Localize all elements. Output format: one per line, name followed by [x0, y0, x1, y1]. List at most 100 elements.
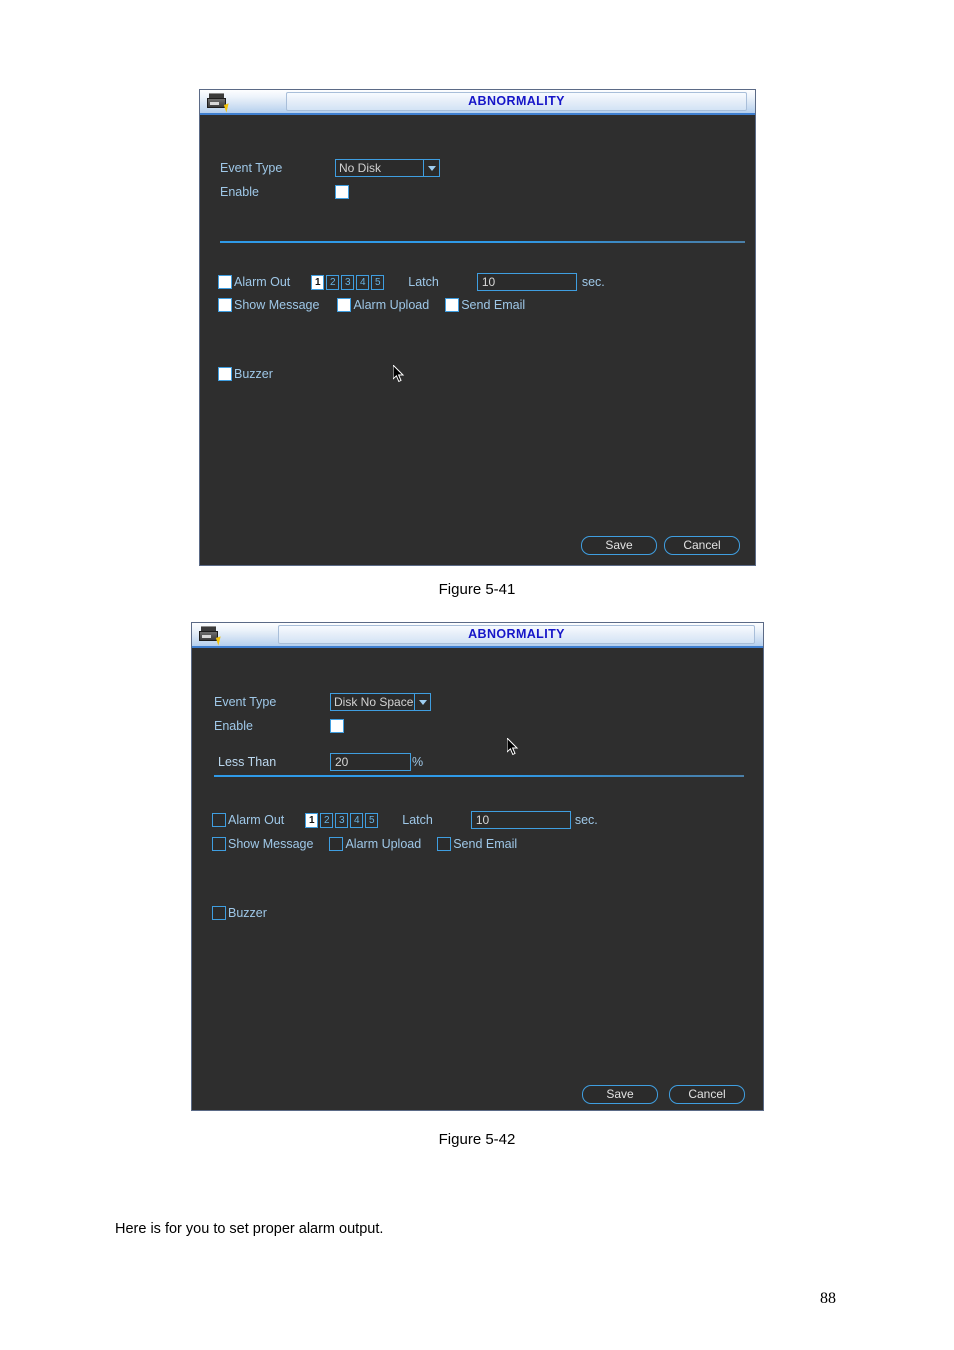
dialog2-latch-input[interactable]: 10 [470, 811, 571, 829]
dialog2-alarm-upload-label: Alarm Upload [345, 836, 422, 851]
figure-caption-1: Figure 5-41 [438, 581, 516, 598]
dialog2-enable-label: Enable [214, 718, 253, 733]
dialog1-send-email-label: Send Email [461, 297, 526, 312]
dialog2-alarm-out-checkbox-row[interactable]: Alarm Out [212, 813, 284, 827]
dialog2-event-type-row: Event Type Disk No Space [214, 693, 431, 711]
dialog2-alarm-out-row: Alarm Out 1 2 3 4 5 Latch 10 sec. [212, 811, 598, 829]
dialog2-latch-unit: sec. [574, 812, 598, 827]
dialog1-body: Event Type No Disk Enable Alarm Out 1 2 … [200, 115, 755, 565]
dialog1-latch-value: 10 [481, 275, 496, 289]
dialog1-show-message-row[interactable]: Show Message [218, 298, 319, 312]
dialog2-less-than-value: 20 [335, 755, 349, 769]
dialog2-alarm-upload-row[interactable]: Alarm Upload [329, 837, 421, 851]
dialog2-latch-label: Latch [402, 812, 433, 827]
dialog1-latch-label: Latch [408, 274, 439, 289]
dialog1-event-type-value: No Disk [339, 161, 382, 175]
dialog2-alarm-channel-4[interactable]: 4 [350, 812, 364, 828]
chevron-down-icon[interactable] [414, 694, 430, 710]
dialog1-alarm-out-checkbox[interactable] [218, 275, 232, 289]
dialog2-titlebar: ABNORMALITY [192, 623, 763, 648]
dialog2-send-email-label: Send Email [453, 836, 518, 851]
dialog1-send-email-row[interactable]: Send Email [445, 298, 525, 312]
dialog1-event-type-row: Event Type No Disk [220, 159, 440, 177]
dialog2-show-message-row[interactable]: Show Message [212, 837, 313, 851]
dialog1-alarm-upload-checkbox[interactable] [337, 298, 352, 312]
dvr-device-icon [206, 92, 232, 113]
dialog1-show-message-label: Show Message [234, 297, 320, 312]
dialog1-alarm-channel-3[interactable]: 3 [341, 274, 355, 290]
dialog2-event-type-label: Event Type [214, 694, 277, 709]
figure-caption-2: Figure 5-42 [438, 1131, 516, 1148]
dialog2-save-button[interactable]: Save [582, 1085, 658, 1104]
dialog2-alarm-out-checkbox[interactable] [212, 813, 226, 827]
dialog1-event-type-select[interactable]: No Disk [335, 159, 440, 177]
dialog1-enable-checkbox[interactable] [335, 185, 349, 199]
dialog2-buzzer-checkbox[interactable] [212, 906, 226, 920]
dialog1-alarm-upload-row[interactable]: Alarm Upload [337, 298, 429, 312]
dialog1-alarm-upload-label: Alarm Upload [353, 297, 430, 312]
dialog2-enable-checkbox[interactable] [330, 719, 344, 733]
dialog2-alarm-out-label: Alarm Out [228, 812, 285, 827]
dialog2-buzzer-label: Buzzer [228, 905, 267, 920]
dialog2-alarm-channel-5[interactable]: 5 [365, 812, 379, 828]
dialog2-buzzer-row[interactable]: Buzzer [212, 906, 267, 920]
dialog2-alarm-channel-1[interactable]: 1 [305, 812, 319, 828]
dialog2-show-message-checkbox[interactable] [212, 837, 226, 851]
dialog1-title: ABNORMALITY [468, 94, 565, 109]
dialog1-notify-row: Show Message Alarm Upload Send Email [218, 298, 525, 312]
dialog1-divider [220, 241, 745, 243]
dialog1-cancel-button[interactable]: Cancel [664, 536, 740, 555]
dialog2-latch-value: 10 [475, 813, 490, 827]
dialog2-divider [214, 775, 744, 777]
dialog2-less-than-input[interactable]: 20 [330, 753, 411, 771]
chevron-down-icon[interactable] [423, 160, 439, 176]
dialog2-alarm-channel-3[interactable]: 3 [335, 812, 349, 828]
dialog2-alarm-upload-checkbox[interactable] [329, 837, 344, 851]
mouse-cursor [507, 738, 519, 756]
dialog2-event-type-select[interactable]: Disk No Space [330, 693, 431, 711]
dialog1-event-type-label: Event Type [220, 160, 283, 175]
dialog1-save-button[interactable]: Save [581, 536, 657, 555]
dialog2-send-email-checkbox[interactable] [437, 837, 452, 851]
dvr-device-icon [198, 625, 224, 646]
dialog1-alarm-channel-1[interactable]: 1 [311, 274, 325, 290]
dialog2-buzzer-checkbox-row[interactable]: Buzzer [212, 906, 267, 920]
dialog1-alarm-channel-5[interactable]: 5 [371, 274, 385, 290]
dialog2-alarm-channel-2[interactable]: 2 [320, 812, 334, 828]
dialog1-buzzer-row[interactable]: Buzzer [218, 367, 273, 381]
dialog1-show-message-checkbox[interactable] [218, 298, 232, 312]
dialog2-title-plate: ABNORMALITY [278, 625, 755, 644]
body-paragraph: Here is for you to set proper alarm outp… [115, 1221, 384, 1237]
dialog2-enable-row: Enable [214, 719, 344, 733]
dialog1-alarm-channel-4[interactable]: 4 [356, 274, 370, 290]
dialog2-notify-row: Show Message Alarm Upload Send Email [212, 837, 517, 851]
dialog2-alarm-out-channels[interactable]: 1 2 3 4 5 [305, 812, 379, 828]
dialog2-less-than-label: Less Than [218, 754, 277, 769]
dialog1-alarm-out-checkbox-row[interactable]: Alarm Out [218, 275, 290, 289]
dialog2-event-type-value: Disk No Space [334, 695, 414, 709]
dialog2-title: ABNORMALITY [468, 627, 565, 642]
dialog1-alarm-out-channels[interactable]: 1 2 3 4 5 [311, 274, 385, 290]
dialog2-send-email-row[interactable]: Send Email [437, 837, 517, 851]
dialog1-alarm-channel-2[interactable]: 2 [326, 274, 340, 290]
dialog2-show-message-label: Show Message [228, 836, 314, 851]
dialog1-alarm-out-row: Alarm Out 1 2 3 4 5 Latch 10 sec. [218, 273, 605, 291]
dialog1-buzzer-label: Buzzer [234, 366, 273, 381]
dialog2-less-than-row: Less Than 20 % [218, 753, 423, 771]
dialog1-buzzer-checkbox[interactable] [218, 367, 232, 381]
page-number: 88 [820, 1290, 836, 1307]
dialog2-cancel-button[interactable]: Cancel [669, 1085, 745, 1104]
dialog1-latch-unit: sec. [581, 274, 605, 289]
dialog1-titlebar: ABNORMALITY [200, 90, 755, 115]
mouse-cursor [393, 365, 405, 383]
abnormality-dialog-no-disk: ABNORMALITY Event Type No Disk Enable Al… [199, 89, 756, 566]
dialog2-body: Event Type Disk No Space Enable Less Tha… [192, 648, 763, 1110]
dialog1-enable-row: Enable [220, 185, 349, 199]
abnormality-dialog-disk-no-space: ABNORMALITY Event Type Disk No Space Ena… [191, 622, 764, 1111]
dialog1-buzzer-checkbox-row[interactable]: Buzzer [218, 367, 273, 381]
dialog1-title-plate: ABNORMALITY [286, 92, 747, 111]
dialog1-enable-label: Enable [220, 184, 259, 199]
dialog1-latch-input[interactable]: 10 [476, 273, 577, 291]
dialog1-alarm-out-label: Alarm Out [234, 274, 291, 289]
dialog1-send-email-checkbox[interactable] [445, 298, 460, 312]
